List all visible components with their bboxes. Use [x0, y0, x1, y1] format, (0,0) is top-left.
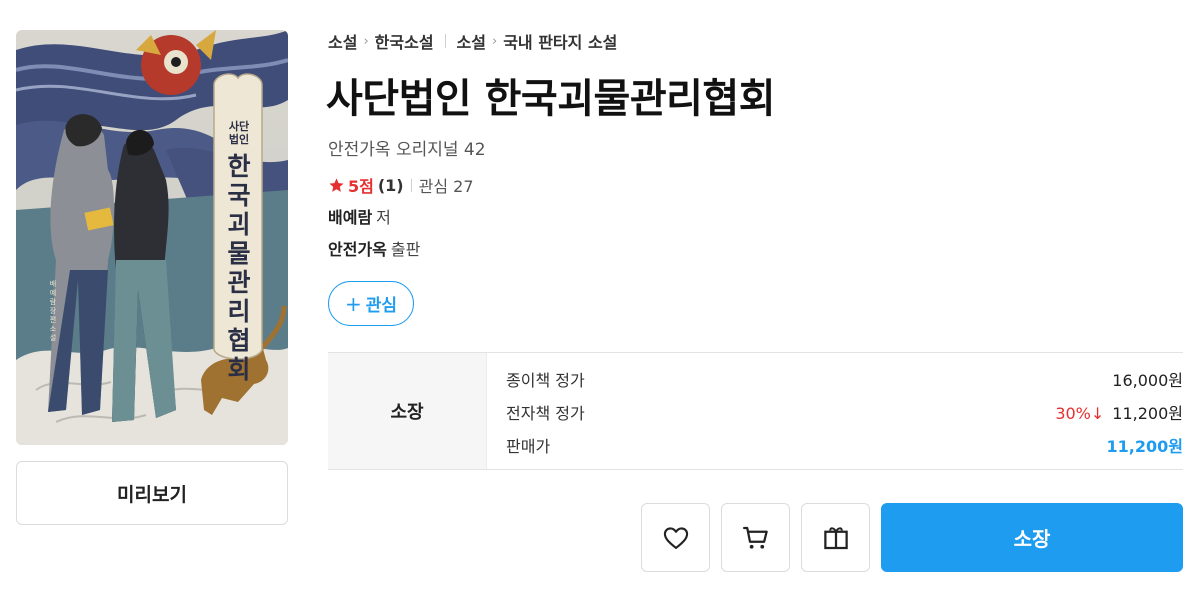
price-value: 11,200원	[1112, 404, 1183, 423]
wishlist-button[interactable]	[641, 503, 710, 572]
star-icon	[329, 177, 344, 192]
breadcrumb: 소설 › 한국소설 소설 › 국내 판타지 소설	[328, 29, 617, 53]
price-rows: 종이책 정가 16,000원 전자책 정가 30%↓ 11,200원 판매가 11…	[487, 353, 1183, 469]
sale-price: 11,200원	[1106, 437, 1183, 456]
price-value: 16,000원	[1112, 371, 1183, 390]
gift-icon	[823, 526, 848, 549]
breadcrumb-divider	[444, 34, 446, 48]
breadcrumb-link[interactable]: 소설	[328, 29, 357, 53]
rating-score[interactable]: 5점	[348, 173, 374, 197]
plus-icon: +	[344, 291, 362, 316]
author-row: 배예람 저	[328, 204, 391, 228]
discount-rate: 30%↓	[1055, 404, 1105, 423]
price-label: 전자책 정가	[506, 404, 585, 423]
interest-count: 관심 27	[418, 177, 474, 196]
price-row-ebook: 전자책 정가 30%↓ 11,200원	[506, 400, 1183, 433]
breadcrumb-link[interactable]: 소설	[457, 29, 486, 53]
book-title: 사단법인 한국괴물관리협회	[326, 76, 776, 122]
breadcrumb-link[interactable]: 한국소설	[375, 29, 434, 53]
price-table: 소장 종이책 정가 16,000원 전자책 정가 30%↓ 11,200원 판매가…	[328, 352, 1183, 470]
price-label: 판매가	[506, 437, 551, 456]
cover-title-small: 사단법인	[228, 120, 250, 146]
publisher-name[interactable]: 안전가옥	[328, 240, 387, 259]
author-name[interactable]: 배예람	[328, 208, 372, 227]
rating-divider	[410, 178, 412, 192]
own-purchase-button[interactable]: 소장	[881, 503, 1183, 572]
book-cover[interactable]: 사단법인 한국괴물관리협회 배예람 장편소설	[16, 30, 288, 445]
publisher-row: 안전가옥 출판	[328, 236, 420, 260]
chevron-right-icon: ›	[363, 33, 369, 49]
cover-author-lettering: 배예람 장편소설	[49, 280, 57, 342]
rating-row: 5점 (1) 관심 27	[328, 174, 474, 196]
breadcrumb-link[interactable]: 국내 판타지 소설	[503, 29, 617, 53]
add-interest-label: 관심	[365, 296, 398, 316]
rating-count[interactable]: (1)	[378, 176, 404, 195]
price-row-paper: 종이책 정가 16,000원	[506, 367, 1183, 400]
price-row-sale: 판매가 11,200원	[506, 433, 1183, 466]
cover-title-big: 한국괴물관리협회	[227, 152, 251, 384]
price-type-label: 소장	[328, 353, 487, 469]
chevron-right-icon: ›	[492, 33, 498, 49]
heart-icon	[663, 526, 688, 549]
cart-button[interactable]	[721, 503, 790, 572]
cover-title-lettering: 사단법인 한국괴물관리협회	[220, 120, 258, 384]
gift-button[interactable]	[801, 503, 870, 572]
author-role: 저	[376, 208, 391, 227]
publisher-role: 출판	[390, 240, 421, 259]
cart-icon	[742, 526, 768, 549]
preview-button[interactable]: 미리보기	[16, 461, 288, 525]
price-label: 종이책 정가	[506, 371, 585, 390]
series-link[interactable]: 안전가옥 오리지널 42	[328, 135, 486, 160]
add-interest-button[interactable]: + 관심	[328, 281, 414, 326]
